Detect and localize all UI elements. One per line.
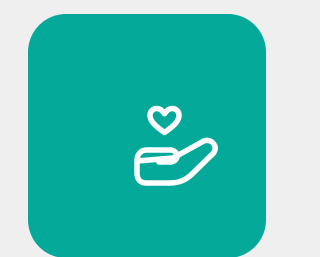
hand-outline-icon (134, 137, 218, 186)
hand-heart-icon (125, 97, 227, 201)
heart-icon (147, 105, 182, 136)
app-icon-canvas (0, 0, 266, 257)
app-tile[interactable] (28, 14, 266, 257)
